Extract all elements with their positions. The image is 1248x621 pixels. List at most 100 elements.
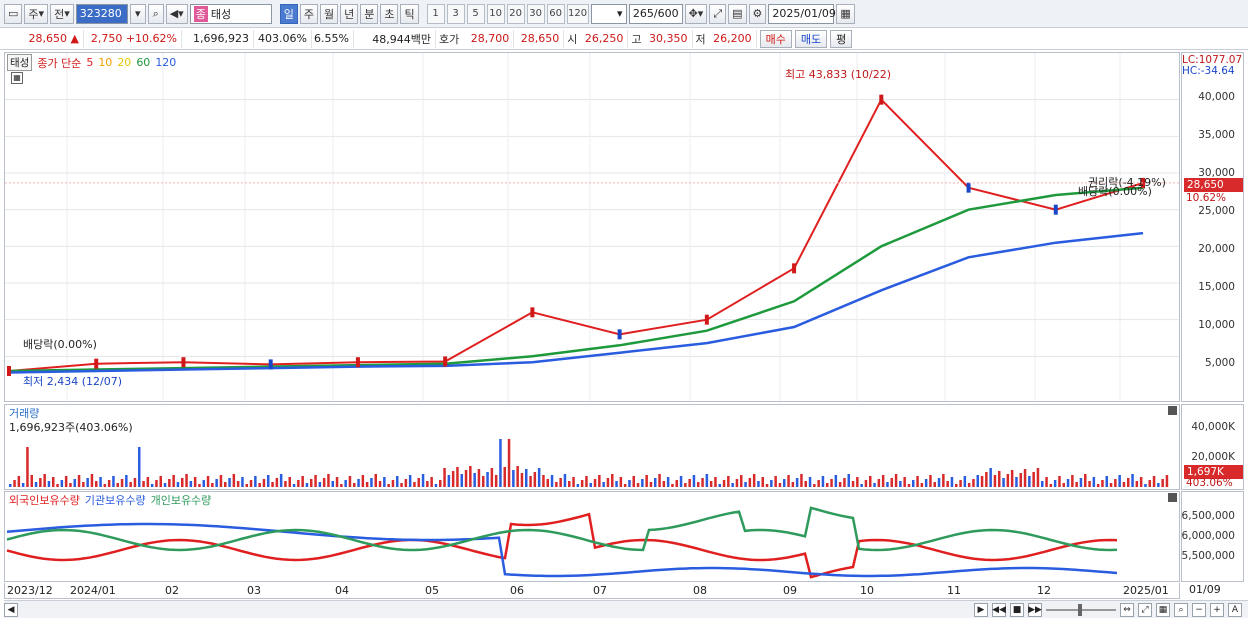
- own-tick: 6,500,000: [1181, 510, 1235, 522]
- volume-bar: [580, 480, 584, 487]
- volume-sub: 1,696,923주(403.06%): [9, 421, 133, 434]
- code-dropdown-icon[interactable]: ▾: [129, 3, 146, 24]
- font-size-icon[interactable]: A: [1228, 602, 1242, 617]
- zoom-slider-handle[interactable]: [1078, 603, 1082, 616]
- candle: [966, 182, 971, 193]
- crosshair-icon[interactable]: ✥▾: [684, 3, 708, 24]
- stock-code-input[interactable]: 323280: [75, 3, 128, 24]
- ownership-panel[interactable]: 외국인보유수량 기관보유수량 개인보유수량: [4, 491, 1180, 582]
- low-label: 저: [695, 32, 706, 46]
- interval-30[interactable]: 30: [526, 3, 545, 24]
- interval-5[interactable]: 5: [466, 3, 485, 24]
- zoom-slider[interactable]: [1046, 603, 1116, 616]
- close-icon[interactable]: [1168, 406, 1177, 415]
- candle: [443, 356, 448, 367]
- gear-icon[interactable]: ⚙: [748, 3, 767, 24]
- prev-button[interactable]: 전 ▾: [50, 3, 74, 24]
- interval-custom-select[interactable]: ▾: [590, 3, 627, 24]
- stock-name-field[interactable]: 종 태성: [189, 3, 272, 24]
- search-icon[interactable]: ⌕: [147, 3, 164, 24]
- volume-bar: [1075, 482, 1078, 487]
- expand-icon[interactable]: ⤢: [1138, 602, 1152, 617]
- zoom-search-icon[interactable]: ⌕: [1174, 602, 1188, 617]
- stop-icon[interactable]: ■: [1010, 602, 1024, 617]
- tf-second[interactable]: 초: [380, 3, 399, 24]
- scroll-left-icon[interactable]: ◀: [4, 602, 18, 617]
- date-input[interactable]: 2025/01/09: [768, 3, 836, 24]
- quote-bar: 28,650 ▲ 2,750 +10.62% 1,696,923 403.06%…: [0, 28, 1248, 50]
- save-icon[interactable]: ▤: [728, 3, 747, 24]
- volume-bar: [765, 484, 769, 487]
- volume-bar: [752, 474, 756, 487]
- scroll-right-icon[interactable]: ▶: [974, 602, 988, 617]
- close-icon[interactable]: [1168, 493, 1177, 502]
- volume-bar: [142, 481, 145, 487]
- vol-tick: 20,000K: [1191, 451, 1235, 463]
- fit-icon[interactable]: ⇔: [1120, 602, 1134, 617]
- volume-panel[interactable]: 거래량 1,696,923주(403.06%): [4, 404, 1180, 490]
- volume-bar: [193, 477, 197, 487]
- low-annotation: 최저 2,434 (12/07): [23, 375, 123, 388]
- volume-bar: [688, 479, 691, 487]
- tf-day[interactable]: 일: [279, 3, 298, 24]
- interval-120[interactable]: 120: [566, 3, 589, 24]
- volume-bar: [86, 478, 89, 487]
- interval-20[interactable]: 20: [506, 3, 525, 24]
- high-label: 고: [631, 32, 642, 46]
- volume-bar: [430, 477, 433, 487]
- volume-bar: [387, 484, 390, 487]
- speaker-icon[interactable]: ◀▾: [165, 3, 188, 24]
- sell-button[interactable]: 매도: [794, 29, 828, 48]
- zoom-in-icon[interactable]: +: [1210, 602, 1224, 617]
- volume-bar: [993, 475, 997, 487]
- forward-icon[interactable]: ▶▶: [1028, 602, 1042, 617]
- calendar-icon[interactable]: ▦: [836, 3, 855, 24]
- dividend-annotation-2: 배당락(0.00%): [1078, 185, 1152, 198]
- volume-bar: [843, 478, 846, 487]
- volume-bar: [1152, 476, 1156, 487]
- interval-1[interactable]: 1: [426, 3, 445, 24]
- volume-bar: [800, 474, 803, 487]
- tf-tick[interactable]: 틱: [400, 3, 419, 24]
- ma-5-line: [8, 98, 1144, 372]
- volume-bar: [331, 481, 334, 487]
- grid-icon[interactable]: ▦: [1156, 602, 1170, 617]
- draw-tool-icon[interactable]: ⤢: [709, 3, 727, 24]
- tf-week[interactable]: 주: [299, 3, 318, 24]
- high-price: 30,350: [645, 29, 693, 48]
- volume-bar: [606, 478, 610, 487]
- eval-button[interactable]: 평: [830, 29, 853, 48]
- price-axis[interactable]: LC:1077.07 HC:-34.64 40,000 35,000 30,00…: [1181, 52, 1244, 402]
- volume-bar: [572, 477, 575, 487]
- tf-month[interactable]: 월: [319, 3, 339, 24]
- price-chart-panel[interactable]: 태성 종가 단순 5 10 20 60 120 ▦ 최고 43,833 (10/…: [4, 52, 1180, 402]
- price-value: 28,650: [28, 32, 68, 45]
- interval-10[interactable]: 10: [486, 3, 505, 24]
- count-field[interactable]: 265/600: [628, 3, 683, 24]
- zoom-out-icon[interactable]: −: [1192, 602, 1206, 617]
- candle: [879, 94, 884, 105]
- volume-bar: [374, 474, 377, 487]
- buy-button[interactable]: 매수: [759, 29, 792, 48]
- volume-bar: [628, 480, 631, 487]
- period-select[interactable]: 주 ▾: [24, 3, 49, 24]
- rewind-icon[interactable]: ◀◀: [992, 602, 1006, 617]
- interval-60[interactable]: 60: [546, 3, 565, 24]
- volume-bar: [378, 481, 382, 487]
- volume-bar: [740, 475, 743, 487]
- volume-bar: [641, 479, 644, 487]
- volume-bar: [1028, 476, 1031, 487]
- scroll-track[interactable]: [32, 603, 974, 617]
- interval-3[interactable]: 3: [446, 3, 465, 24]
- volume-bar: [942, 474, 945, 487]
- window-icon[interactable]: ▭: [4, 3, 23, 24]
- volume-bar: [602, 482, 605, 487]
- chart-scrollbar[interactable]: ◀ ▶ ◀◀ ■ ▶▶ ⇔ ⤢ ▦ ⌕ − + A: [4, 600, 1248, 618]
- tf-minute[interactable]: 분: [360, 3, 379, 24]
- volume-bar: [400, 483, 403, 487]
- volume-bar: [73, 479, 76, 487]
- volume-bar: [417, 478, 420, 487]
- table-icon[interactable]: ▦: [11, 72, 23, 84]
- tf-year[interactable]: 년: [340, 3, 359, 24]
- volume-bar: [275, 478, 279, 487]
